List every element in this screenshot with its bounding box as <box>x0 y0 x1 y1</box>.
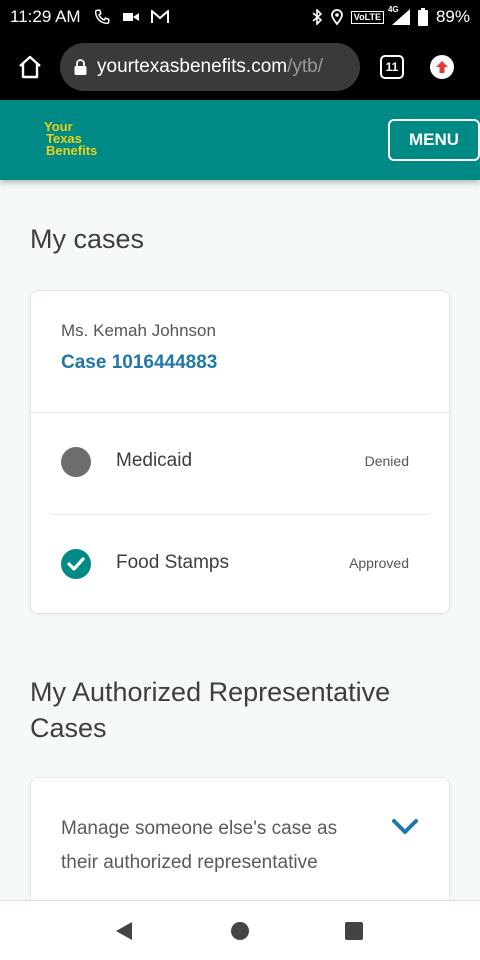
benefit-row-medicaid[interactable]: Medicaid Denied <box>31 432 449 492</box>
case-card: Ms. Kemah Johnson Case 1016444883 Medica… <box>30 290 450 614</box>
back-icon[interactable] <box>114 921 134 946</box>
divider <box>31 412 449 413</box>
url-path: /ytb/ <box>287 56 323 77</box>
case-number-link[interactable]: Case 1016444883 <box>61 352 217 374</box>
recent-apps-icon[interactable] <box>345 922 363 940</box>
home-circle-icon[interactable] <box>231 922 249 940</box>
manage-case-text: Manage someone else's case as their auth… <box>61 818 338 873</box>
benefit-name: Medicaid <box>116 450 193 471</box>
android-navigation-bar <box>0 900 480 960</box>
divider <box>51 514 429 515</box>
logo-line: Benefits <box>46 143 98 158</box>
authorized-representative-card[interactable]: Manage someone else's case as their auth… <box>30 777 450 917</box>
main-content: My cases Ms. Kemah Johnson Case 10164448… <box>0 180 480 917</box>
location-icon <box>330 9 343 25</box>
status-bar: 11:29 AM VoLTE 4G 89% <box>0 0 480 34</box>
gmail-icon <box>150 10 169 24</box>
browser-toolbar: yourtexasbenefits.com/ytb/ 11 <box>0 34 480 100</box>
tab-switcher-button[interactable]: 11 <box>380 55 404 79</box>
home-icon <box>19 55 41 79</box>
arrow-up-icon <box>436 61 448 73</box>
update-button[interactable] <box>430 55 454 79</box>
battery-icon <box>417 8 428 26</box>
benefit-name: Food Stamps <box>116 552 229 573</box>
client-name: Ms. Kemah Johnson <box>61 321 216 340</box>
network-gen: 4G <box>387 5 399 14</box>
benefit-row-food-stamps[interactable]: Food Stamps Approved <box>31 534 449 594</box>
status-time: 11:29 AM <box>10 7 81 26</box>
authorized-representative-heading: My Authorized Representative Cases <box>30 677 391 743</box>
my-cases-heading: My cases <box>30 224 145 254</box>
chevron-down-icon[interactable] <box>391 818 419 841</box>
benefit-status: Approved <box>349 555 409 571</box>
phone-call-icon <box>93 8 111 26</box>
url-bar[interactable]: yourtexasbenefits.com/ytb/ <box>60 43 360 91</box>
url-domain: yourtexasbenefits.com <box>97 56 288 77</box>
video-icon <box>122 11 139 23</box>
bluetooth-icon <box>311 9 323 25</box>
site-header: Your Texas Benefits MENU <box>0 100 480 180</box>
browser-home-button[interactable] <box>12 49 48 85</box>
gray-circle-icon <box>61 447 91 477</box>
your-texas-benefits-logo[interactable]: Your Texas Benefits <box>44 120 98 158</box>
menu-button[interactable]: MENU <box>388 119 480 161</box>
volte-badge: VoLTE <box>350 10 384 24</box>
benefit-status: Denied <box>364 453 409 469</box>
check-circle-icon <box>61 549 91 579</box>
battery-level: 89% <box>435 7 470 26</box>
lock-icon <box>74 59 87 75</box>
signal-icon: 4G <box>388 5 410 25</box>
